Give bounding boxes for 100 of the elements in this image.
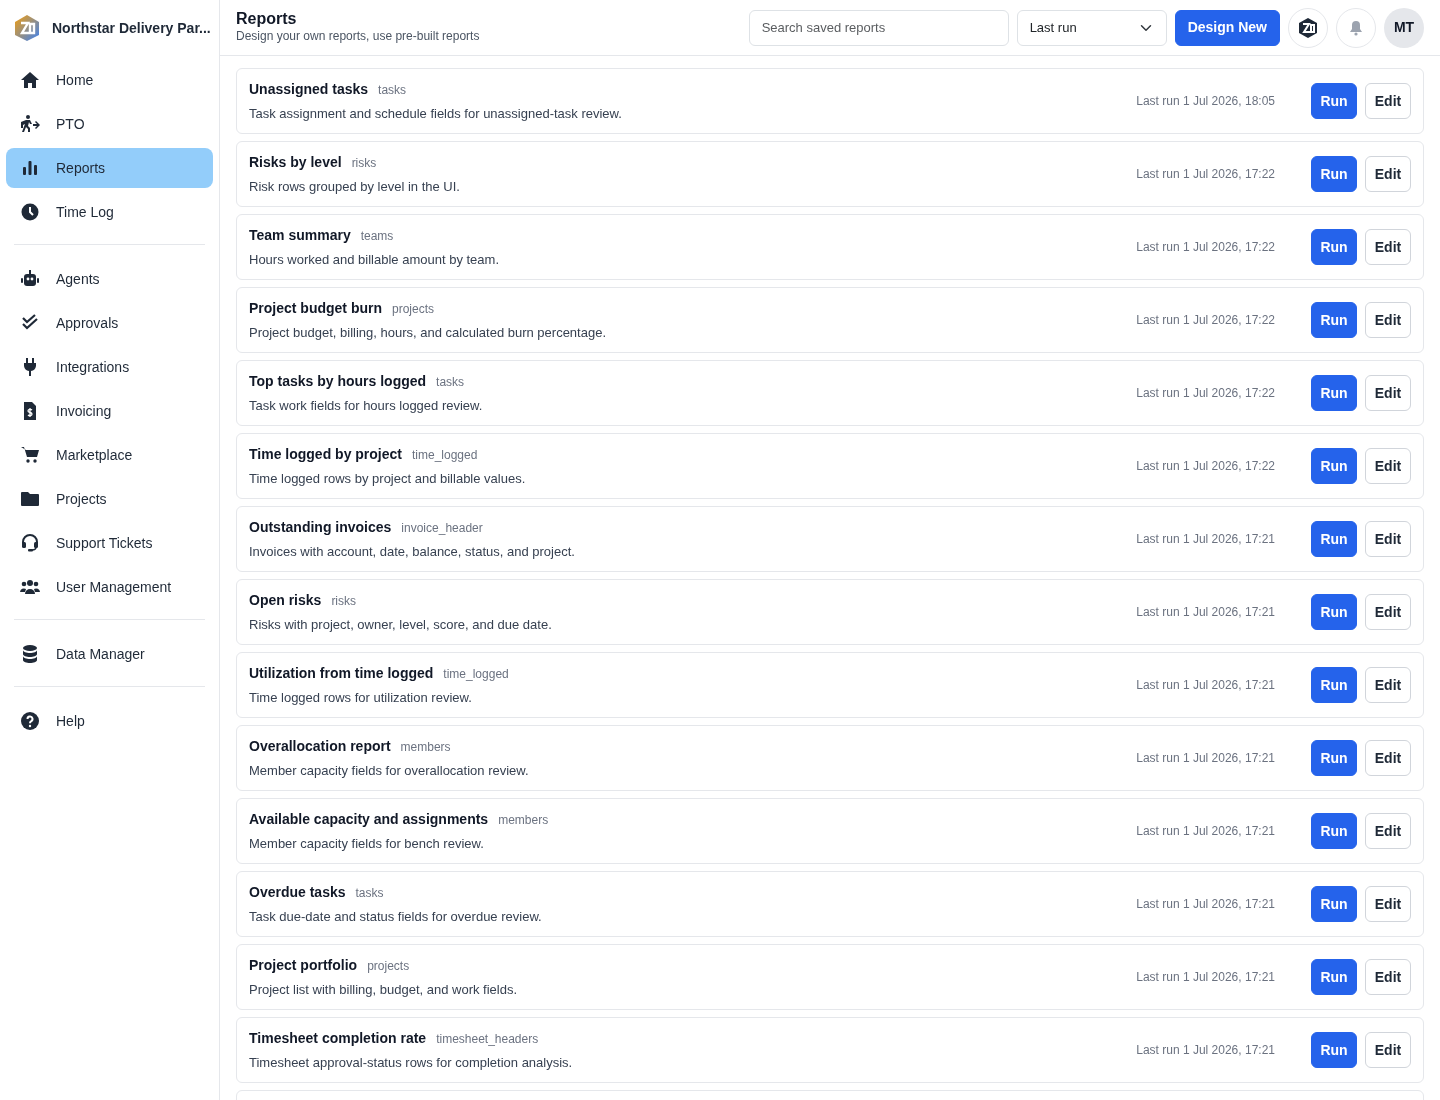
brand-name: Northstar Delivery Par...: [52, 18, 211, 38]
report-source: risks: [351, 155, 377, 170]
report-title[interactable]: Available capacity and assignments: [249, 810, 489, 827]
run-button[interactable]: Run: [1311, 229, 1357, 265]
report-source: tasks: [355, 885, 384, 900]
report-description: Hours worked and billable amount by team.: [249, 250, 501, 269]
report-title[interactable]: Timesheet completion rate: [249, 1029, 427, 1046]
report-source: tasks: [436, 374, 465, 389]
edit-button[interactable]: Edit: [1365, 83, 1411, 119]
run-button[interactable]: Run: [1311, 83, 1357, 119]
report-description: Time logged rows by project and billable values.: [249, 469, 527, 488]
report-description: Risks with project, owner, level, score, and due date.: [249, 615, 553, 634]
sidebar-item[interactable]: Marketplace: [6, 435, 213, 475]
edit-button[interactable]: Edit: [1365, 813, 1411, 849]
sidebar-item[interactable]: Support Tickets: [6, 523, 213, 563]
sidebar-item[interactable]: Integrations: [6, 347, 213, 387]
sidebar-item[interactable]: Help: [6, 701, 213, 741]
last-run-time: Last run 1 Jul 2026, 17:21: [1136, 1042, 1275, 1059]
edit-button[interactable]: Edit: [1365, 229, 1411, 265]
user-avatar[interactable]: MT: [1384, 7, 1424, 48]
sidebar-item[interactable]: PTO: [6, 104, 213, 144]
last-run-time: Last run 1 Jul 2026, 18:05: [1136, 93, 1275, 110]
report-description: Member capacity fields for overallocation review.: [249, 761, 530, 780]
run-button[interactable]: Run: [1311, 521, 1357, 557]
report-source: members: [498, 812, 549, 827]
sidebar-item[interactable]: Projects: [6, 479, 213, 519]
edit-button[interactable]: Edit: [1365, 302, 1411, 338]
clock-icon: [20, 202, 40, 222]
report-title[interactable]: Utilization from time logged: [249, 664, 434, 681]
database-icon: [20, 644, 40, 664]
page-title: Reports: [236, 9, 298, 28]
report-description: Task assignment and schedule fields for unassigned-task review.: [249, 104, 623, 123]
run-button[interactable]: Run: [1311, 886, 1357, 922]
robot-icon: [20, 269, 40, 289]
sidebar-item[interactable]: Approvals: [6, 303, 213, 343]
report-title[interactable]: Team summary: [249, 226, 351, 243]
edit-button[interactable]: Edit: [1365, 521, 1411, 557]
report-description: Task work fields for hours logged review.: [249, 396, 484, 415]
report-title[interactable]: Top tasks by hours logged: [249, 372, 427, 389]
report-source: projects: [392, 301, 435, 316]
running-person-icon: [20, 114, 40, 134]
last-run-time: Last run 1 Jul 2026, 17:21: [1136, 823, 1275, 840]
report-source: risks: [331, 593, 357, 608]
report-title[interactable]: Outstanding invoices: [249, 518, 392, 535]
edit-button[interactable]: Edit: [1365, 1032, 1411, 1068]
report-source: time_logged: [412, 447, 478, 462]
edit-button[interactable]: Edit: [1365, 448, 1411, 484]
run-button[interactable]: Run: [1311, 1032, 1357, 1068]
help-icon: [20, 711, 40, 731]
sidebar-item[interactable]: User Management: [6, 567, 213, 607]
report-title[interactable]: Unassigned tasks: [249, 80, 369, 97]
run-button[interactable]: Run: [1311, 813, 1357, 849]
report-title[interactable]: Open risks: [249, 591, 322, 608]
sidebar-item[interactable]: Agents: [6, 259, 213, 299]
last-run-time: Last run 1 Jul 2026, 17:22: [1136, 458, 1275, 475]
edit-button[interactable]: Edit: [1365, 375, 1411, 411]
page-subtitle: Design your own reports, use pre-built reports: [236, 28, 480, 46]
headset-icon: [20, 533, 40, 553]
sidebar-item[interactable]: Invoicing: [6, 391, 213, 431]
report-description: Task due-date and status fields for overdue review.: [249, 907, 543, 926]
report-description: Project budget, billing, hours, and calculated burn percentage.: [249, 323, 607, 342]
report-title[interactable]: Overdue tasks: [249, 883, 346, 900]
run-button[interactable]: Run: [1311, 594, 1357, 630]
edit-button[interactable]: Edit: [1365, 667, 1411, 703]
last-run-time: Last run 1 Jul 2026, 17:22: [1136, 239, 1275, 256]
report-title[interactable]: Time logged by project: [249, 445, 402, 462]
report-title[interactable]: Project budget burn: [249, 299, 382, 316]
last-run-time: Last run 1 Jul 2026, 17:22: [1136, 166, 1275, 183]
edit-button[interactable]: Edit: [1365, 594, 1411, 630]
run-button[interactable]: Run: [1311, 667, 1357, 703]
edit-button[interactable]: Edit: [1365, 959, 1411, 995]
report-source: tasks: [378, 82, 407, 97]
report-title[interactable]: Overallocation report: [249, 737, 391, 754]
run-button[interactable]: Run: [1311, 448, 1357, 484]
report-title[interactable]: Project portfolio: [249, 956, 358, 973]
run-button[interactable]: Run: [1311, 156, 1357, 192]
search-field[interactable]: Search saved reports: [748, 9, 1009, 46]
sidebar-item[interactable]: Home: [6, 60, 213, 100]
last-run-time: Last run 1 Jul 2026, 17:22: [1136, 385, 1275, 402]
sidebar-item[interactable]: Data Manager: [6, 634, 213, 674]
last-run-time: Last run 1 Jul 2026, 17:21: [1136, 604, 1275, 621]
logo-button[interactable]: [1288, 7, 1328, 48]
report-description: Project list with billing, budget, and work fields.: [249, 980, 519, 999]
sidebar-item[interactable]: Reports: [6, 148, 213, 188]
edit-button[interactable]: Edit: [1365, 886, 1411, 922]
report-title[interactable]: Risks by level: [249, 153, 342, 170]
report-description: Invoices with account, date, balance, status, and project.: [249, 542, 576, 561]
run-button[interactable]: Run: [1311, 740, 1357, 776]
edit-button[interactable]: Edit: [1365, 156, 1411, 192]
report-source: invoice_header: [401, 520, 483, 535]
run-button[interactable]: Run: [1311, 959, 1357, 995]
report-source: teams: [360, 228, 394, 243]
last-run-time: Last run 1 Jul 2026, 17:21: [1136, 531, 1275, 548]
report-description: Risk rows grouped by level in the UI.: [249, 177, 461, 196]
run-button[interactable]: Run: [1311, 302, 1357, 338]
sidebar-item[interactable]: Time Log: [6, 192, 213, 232]
run-button[interactable]: Run: [1311, 375, 1357, 411]
design-new-button[interactable]: Design New: [1174, 9, 1280, 46]
edit-button[interactable]: Edit: [1365, 740, 1411, 776]
sort-select[interactable]: Last run: [1016, 9, 1167, 46]
